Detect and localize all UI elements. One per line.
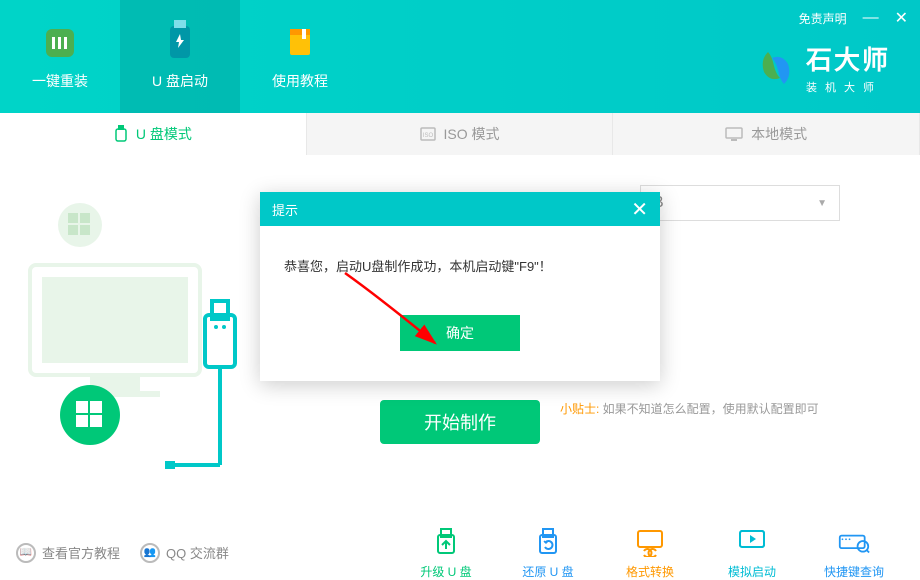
- modal-header: 提示 ✕: [260, 192, 660, 226]
- modal-overlay: 提示 ✕ 恭喜您，启动U盘制作成功，本机启动键"F9"！ 确定: [0, 0, 920, 580]
- modal-close-button[interactable]: ✕: [631, 197, 648, 222]
- success-modal: 提示 ✕ 恭喜您，启动U盘制作成功，本机启动键"F9"！ 确定: [260, 192, 660, 381]
- arrow-annotation: [340, 268, 460, 358]
- modal-body: 恭喜您，启动U盘制作成功，本机启动键"F9"！ 确定: [260, 226, 660, 381]
- modal-title: 提示: [272, 200, 298, 219]
